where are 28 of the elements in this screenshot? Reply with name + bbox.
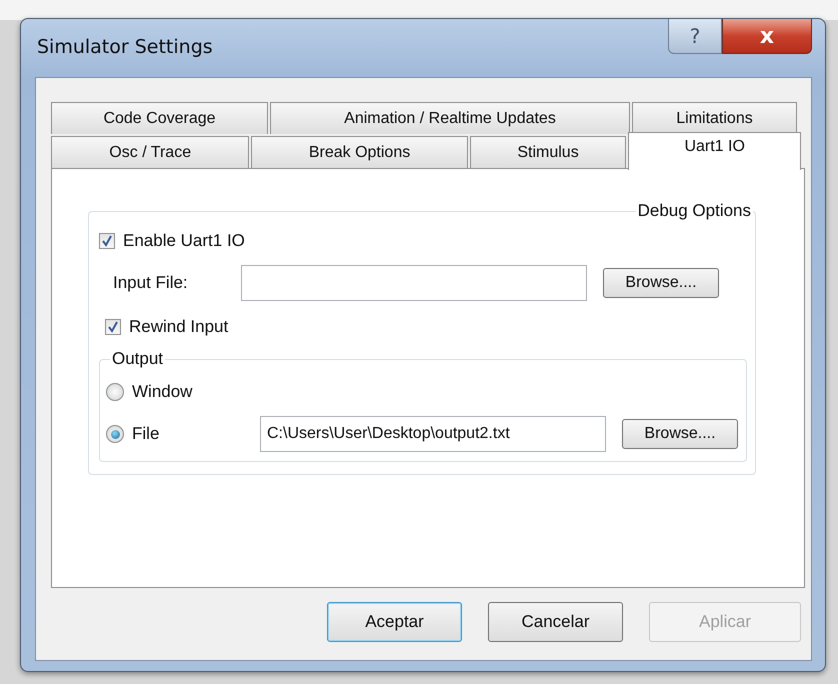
radio-label: File <box>132 424 160 444</box>
close-button[interactable]: x <box>722 19 812 54</box>
help-button[interactable]: ? <box>668 19 722 54</box>
checkbox-label: Rewind Input <box>129 317 228 337</box>
input-field[interactable] <box>241 265 587 301</box>
field-label: Input File: <box>113 273 189 293</box>
group-title: Output <box>111 349 164 369</box>
tab[interactable]: Animation / Realtime Updates <box>270 102 630 134</box>
checkbox[interactable] <box>99 233 115 249</box>
checkbox-label: Enable Uart1 IO <box>123 231 245 251</box>
input-field[interactable]: C:\Users\User\Desktop\output2.txt <box>260 416 606 452</box>
dialog-button: Aplicar <box>649 602 801 642</box>
tab[interactable]: Stimulus <box>470 136 626 168</box>
browse-button[interactable]: Browse.... <box>603 268 719 298</box>
tab[interactable]: Uart1 IO <box>628 132 801 170</box>
tab[interactable]: Osc / Trace <box>51 136 250 168</box>
tab[interactable]: Break Options <box>251 136 468 168</box>
tab[interactable]: Code Coverage <box>51 102 268 134</box>
checkbox[interactable] <box>105 319 121 335</box>
radio-label: Window <box>132 382 194 402</box>
window-title: Simulator Settings <box>37 36 213 58</box>
dialog-button[interactable]: Aceptar <box>327 602 462 642</box>
browse-button[interactable]: Browse.... <box>622 419 738 449</box>
group-title: Debug Options <box>636 201 752 221</box>
dialog-button[interactable]: Cancelar <box>488 602 623 642</box>
radio-button[interactable] <box>106 425 124 443</box>
tab[interactable]: Limitations <box>632 102 797 134</box>
radio-button[interactable] <box>106 383 124 401</box>
